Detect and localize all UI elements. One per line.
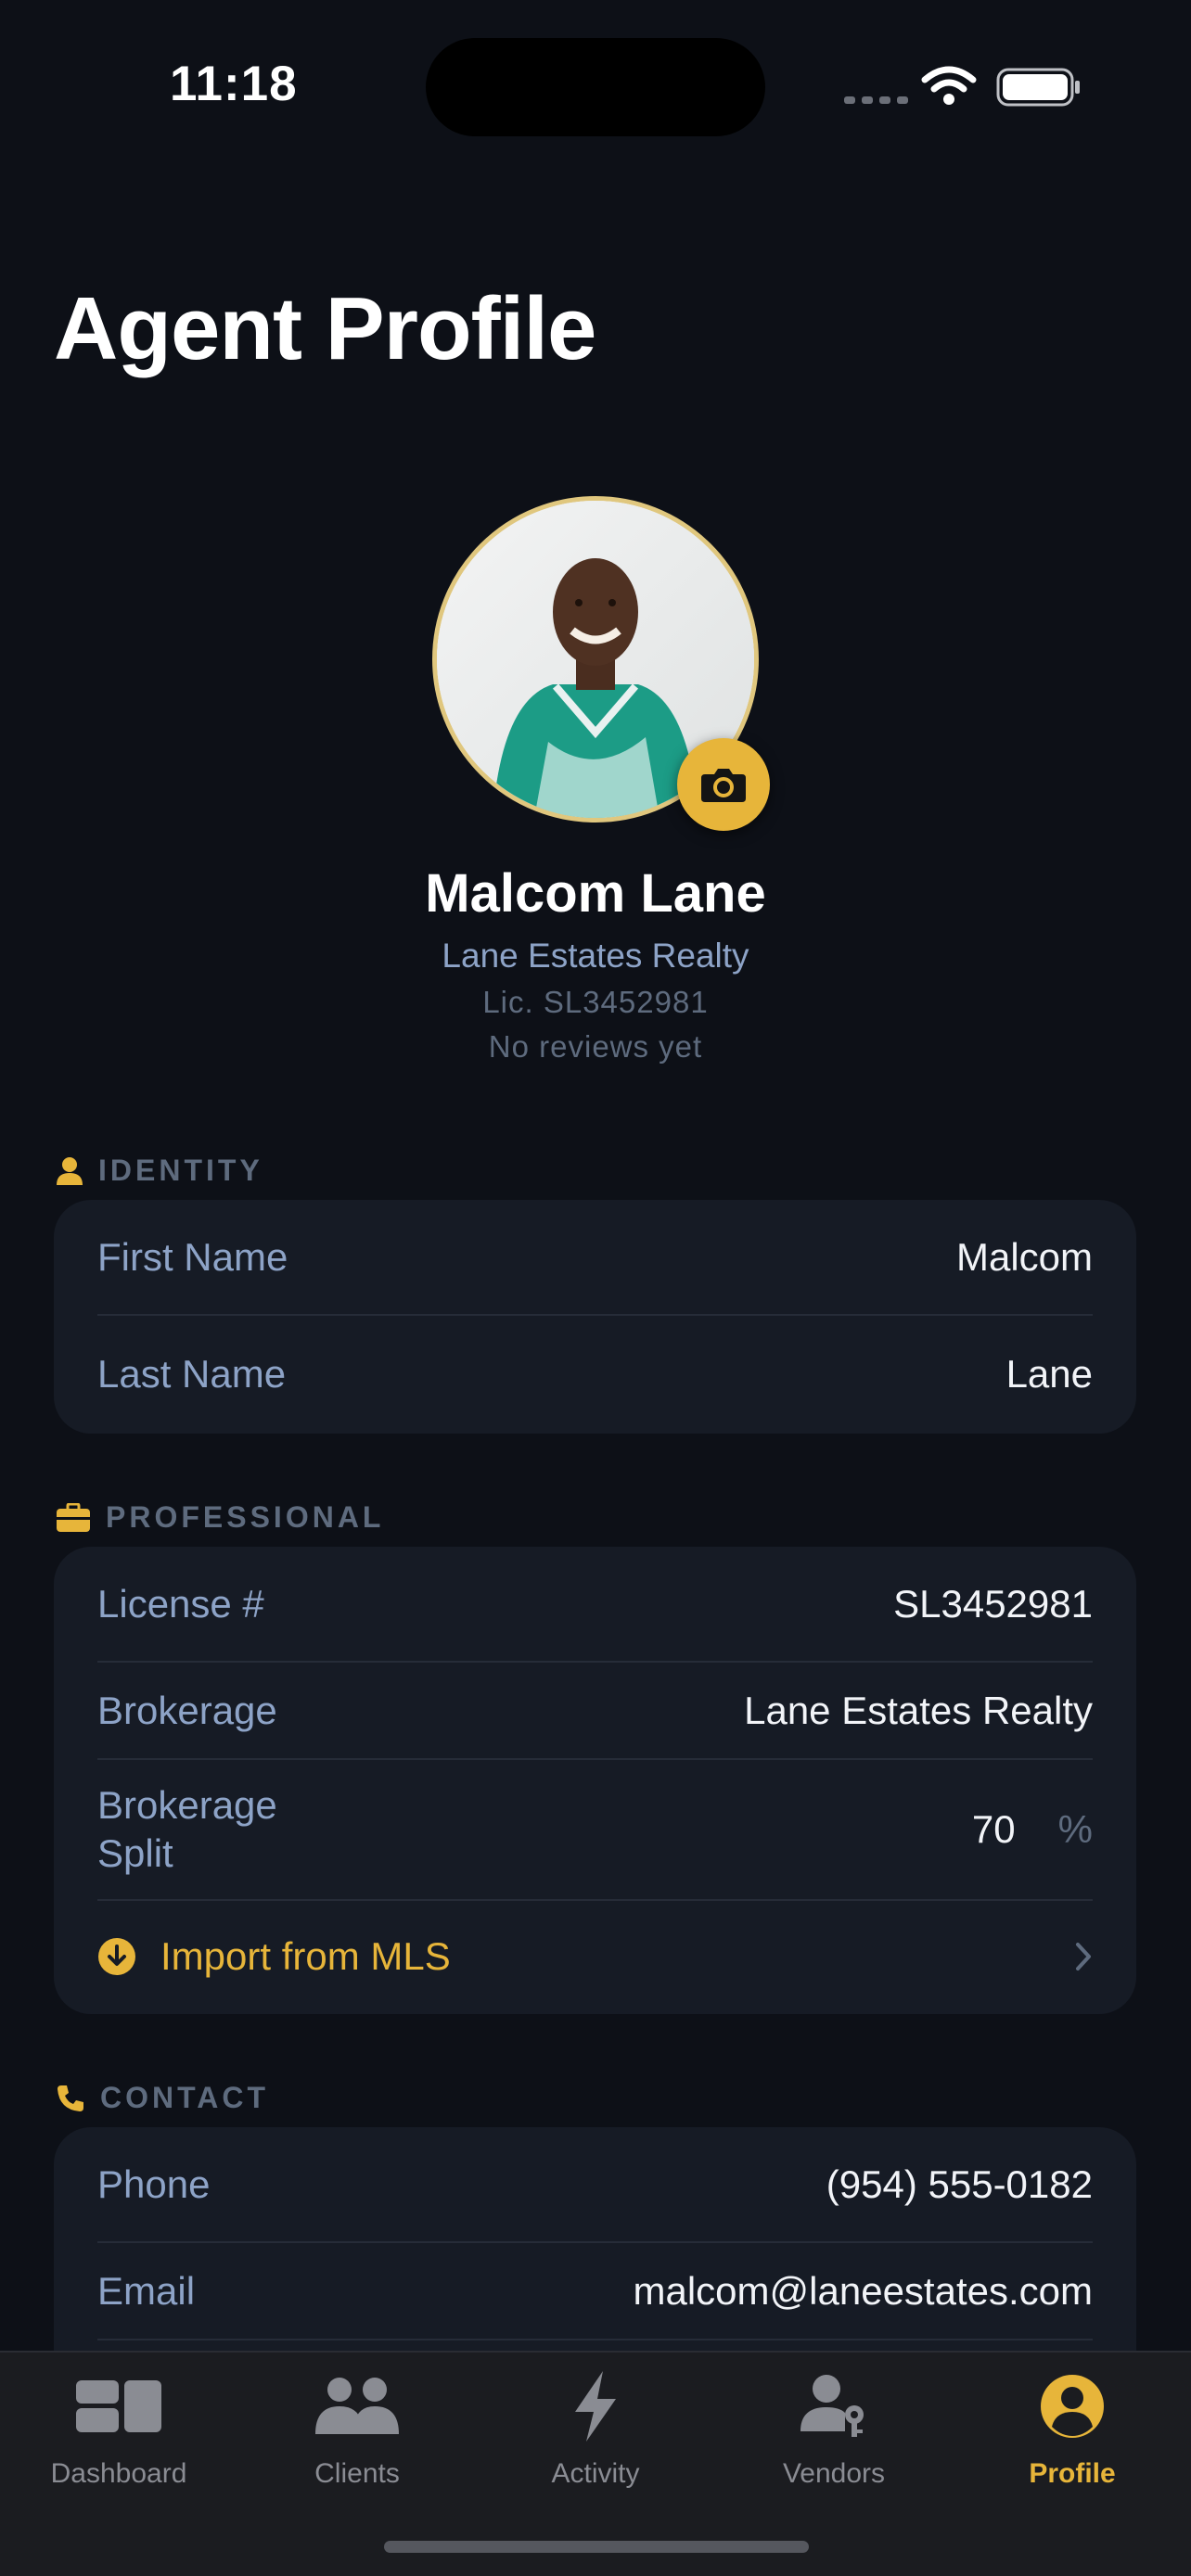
tab-profile-label: Profile [1029, 2458, 1116, 2489]
tab-activity-label: Activity [551, 2458, 640, 2489]
tab-dashboard[interactable]: Dashboard [0, 2369, 237, 2490]
professional-card: License # SL3452981 Brokerage Lane Estat… [54, 1547, 1136, 2014]
email-row[interactable]: Email malcom@laneestates.com [97, 2243, 1093, 2340]
camera-icon [701, 769, 746, 802]
first-name-row[interactable]: First Name Malcom [97, 1200, 1093, 1316]
phone-icon [58, 2085, 83, 2111]
download-circle-icon [98, 1938, 135, 1975]
cellular-signal-icon [844, 96, 908, 104]
identity-section-title: IDENTITY [98, 1154, 263, 1187]
last-name-row[interactable]: Last Name Lane [97, 1316, 1093, 1432]
tab-vendors-label: Vendors [782, 2458, 886, 2489]
page-title: Agent Profile [54, 279, 596, 378]
tab-activity[interactable]: Activity [477, 2369, 714, 2490]
first-name-label: First Name [97, 1234, 288, 1279]
professional-section-title: PROFESSIONAL [106, 1500, 385, 1534]
phone-field[interactable]: (954) 555-0182 [826, 2162, 1093, 2207]
agent-license: Lic. SL3452981 [482, 985, 709, 1019]
last-name-label: Last Name [97, 1351, 287, 1396]
professional-section-header: PROFESSIONAL [56, 1500, 384, 1535]
person-icon [57, 1156, 83, 1185]
dashboard-icon [76, 2380, 161, 2432]
home-indicator[interactable] [384, 2541, 809, 2553]
import-from-mls-button[interactable]: Import from MLS [97, 1901, 1093, 2012]
tab-profile[interactable]: Profile [954, 2369, 1191, 2490]
brokerage-split-row[interactable]: Brokerage Split 70 % [97, 1760, 1093, 1901]
last-name-field[interactable]: Lane [1006, 1352, 1093, 1396]
bolt-icon [575, 2371, 616, 2442]
license-label: License # [97, 1581, 264, 1626]
change-photo-button[interactable] [677, 738, 770, 831]
agent-name: Malcom Lane [425, 863, 766, 924]
percent-unit: % [1057, 1807, 1093, 1851]
email-field[interactable]: malcom@laneestates.com [634, 2269, 1094, 2314]
identity-section-header: IDENTITY [56, 1154, 263, 1188]
brokerage-row[interactable]: Brokerage Lane Estates Realty [97, 1663, 1093, 1760]
battery-icon [996, 68, 1080, 107]
clients-icon [315, 2378, 399, 2434]
first-name-field[interactable]: Malcom [956, 1235, 1093, 1280]
agent-profile-screen: 11:18 Agent Profile Malcom Lane Lane Est… [0, 0, 1191, 2576]
import-from-mls-label: Import from MLS [160, 1934, 451, 1978]
contact-section-header: CONTACT [56, 2081, 269, 2115]
chevron-right-icon [1076, 1943, 1091, 1970]
phone-row[interactable]: Phone (954) 555-0182 [97, 2127, 1093, 2243]
tab-clients-label: Clients [314, 2458, 400, 2489]
brokerage-field[interactable]: Lane Estates Realty [744, 1689, 1093, 1733]
tab-vendors[interactable]: Vendors [715, 2369, 953, 2490]
tab-dashboard-label: Dashboard [50, 2458, 187, 2489]
profile-icon [1041, 2375, 1104, 2438]
brokerage-split-label: Brokerage Split [97, 1783, 277, 1875]
agent-brokerage: Lane Estates Realty [442, 937, 749, 975]
email-label: Email [97, 2268, 196, 2313]
license-row[interactable]: License # SL3452981 [97, 1547, 1093, 1663]
wifi-icon [921, 66, 977, 105]
identity-card: First Name Malcom Last Name Lane [54, 1200, 1136, 1434]
tab-clients[interactable]: Clients [238, 2369, 476, 2490]
brokerage-label: Brokerage [97, 1688, 277, 1732]
vendors-icon [800, 2375, 864, 2437]
brokerage-split-field[interactable]: 70 [972, 1807, 1016, 1852]
license-field[interactable]: SL3452981 [893, 1582, 1093, 1626]
contact-section-title: CONTACT [100, 2081, 270, 2114]
briefcase-icon [57, 1502, 90, 1532]
status-time: 11:18 [170, 57, 298, 111]
phone-label: Phone [97, 2162, 211, 2206]
dynamic-island [426, 38, 765, 136]
agent-reviews: No reviews yet [488, 1029, 703, 1064]
